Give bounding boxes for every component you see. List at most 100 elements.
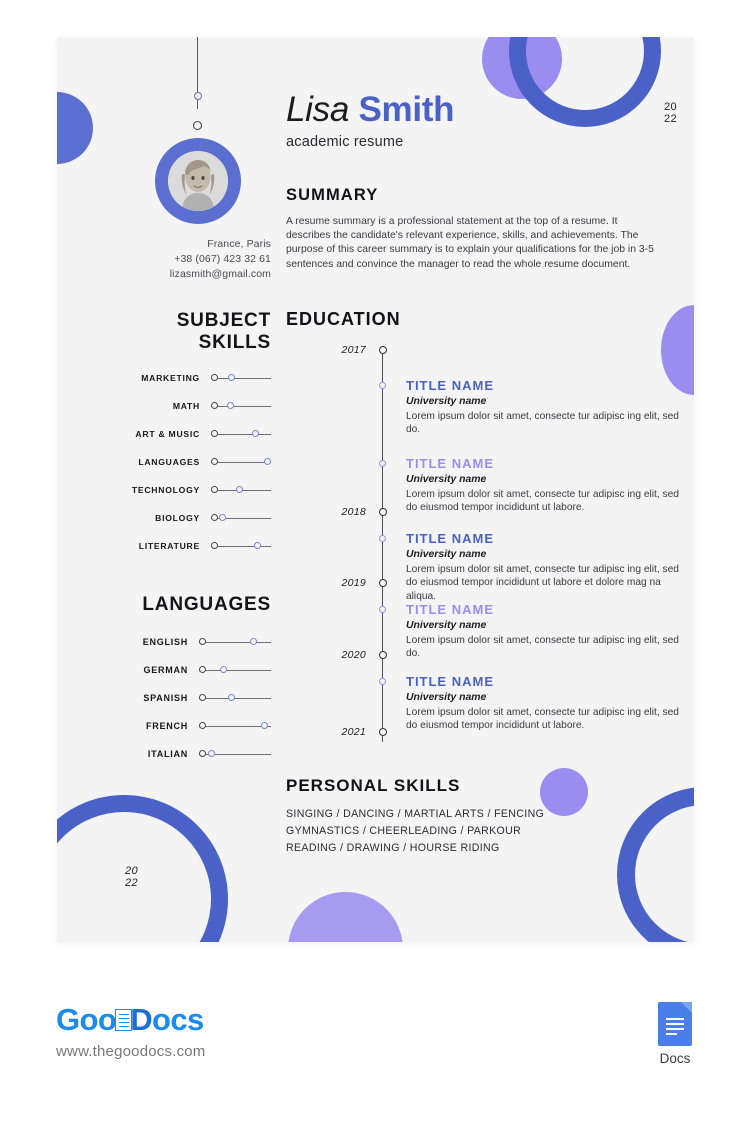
timeline-year: 2021	[341, 725, 366, 738]
subject-skills-heading-line1: SUBJECT	[176, 310, 271, 331]
goodocs-logo[interactable]: Goo D ocs	[56, 1002, 204, 1038]
slider-track	[211, 433, 271, 435]
language-slider[interactable]	[199, 664, 271, 676]
summary-text: A resume summary is a professional state…	[286, 216, 654, 270]
google-docs-icon	[658, 1002, 692, 1046]
subject-skill-slider[interactable]	[211, 428, 271, 440]
slider-value-knob[interactable]	[226, 402, 234, 409]
education-entry-university: University name	[406, 548, 487, 560]
timeline-entry-marker	[379, 381, 386, 389]
timeline-year-marker	[378, 578, 387, 587]
education-entry-university: University name	[406, 691, 487, 703]
slider-value-knob[interactable]	[260, 722, 268, 729]
left-sidebar: France, Paris +38 (067) 423 32 61 lizasm…	[83, 237, 271, 768]
subject-skill-label: ART & MUSIC	[135, 429, 200, 439]
subject-skill-row: ART & MUSIC	[83, 420, 271, 448]
subject-skill-slider[interactable]	[211, 456, 271, 468]
google-docs-badge[interactable]: Docs	[645, 1002, 705, 1066]
slider-value-knob[interactable]	[236, 486, 244, 493]
language-row: FRENCH	[83, 712, 271, 740]
timeline-year: 2019	[341, 576, 366, 589]
language-slider[interactable]	[199, 692, 271, 704]
personal-skills-heading: PERSONAL SKILLS	[286, 775, 461, 795]
education-entry-title: TITLE NAME	[406, 455, 494, 471]
subject-skill-row: MARKETING	[83, 364, 271, 392]
education-entry: TITLE NAME University name Lorem ipsum dol…	[406, 456, 688, 515]
subject-skill-label: MATH	[172, 401, 200, 411]
contact-phone: +38 (067) 423 32 61	[174, 253, 271, 265]
subject-skill-row: LITERATURE	[83, 532, 271, 560]
slider-value-knob[interactable]	[249, 638, 257, 645]
education-entry-university: University name	[406, 395, 487, 407]
brand-d: D	[130, 1002, 152, 1037]
year-stamp-bottom-line2: 22	[125, 877, 139, 889]
language-row: ITALIAN	[83, 740, 271, 768]
language-label: SPANISH	[143, 693, 188, 703]
timeline-year-marker	[378, 650, 387, 659]
candidate-first-name: Lisa	[286, 90, 350, 129]
slider-start-knob	[199, 666, 206, 673]
year-stamp-bottom: 20 22	[125, 865, 138, 889]
subject-skills-heading-line2: SKILLS	[198, 332, 271, 353]
slider-track	[199, 669, 271, 671]
decor-circle-bottom-purple-half	[288, 892, 403, 942]
contact-block: France, Paris +38 (067) 423 32 61 lizasm…	[83, 237, 271, 282]
brand-ocs: ocs	[151, 1002, 204, 1037]
education-entry-university: University name	[406, 619, 487, 631]
language-row: GERMAN	[83, 656, 271, 684]
education-entry-description: Lorem ipsum dolor sit amet, consecte tur…	[406, 706, 679, 732]
slider-start-knob	[211, 486, 218, 493]
subject-skill-slider[interactable]	[211, 400, 271, 412]
timeline-year: 2018	[341, 505, 366, 518]
education-entry-description: Lorem ipsum dolor sit amet, consecte tur…	[406, 634, 679, 660]
year-stamp-bottom-line1: 20	[125, 865, 139, 877]
education-entry: TITLE NAME University name Lorem ipsum dol…	[406, 674, 688, 733]
resume-subtitle: academic resume	[286, 134, 404, 150]
language-slider[interactable]	[199, 748, 271, 760]
subject-skill-label: LANGUAGES	[138, 457, 200, 467]
education-entry: TITLE NAME University name Lorem ipsum dol…	[406, 602, 688, 661]
language-row: SPANISH	[83, 684, 271, 712]
slider-start-knob	[199, 638, 206, 645]
education-entry-title: TITLE NAME	[406, 530, 494, 546]
subject-skill-label: BIOLOGY	[155, 513, 200, 523]
slider-start-knob	[211, 430, 218, 437]
personal-skills-list: SINGING / DANCING / MARTIAL ARTS / FENCI…	[286, 806, 686, 857]
slider-value-knob[interactable]	[264, 458, 271, 465]
timeline-year-marker	[378, 345, 387, 354]
avatar	[155, 138, 241, 224]
brand-goo: Goo	[56, 1002, 117, 1037]
site-url[interactable]: www.thegoodocs.com	[56, 1043, 206, 1060]
language-row: ENGLISH	[83, 628, 271, 656]
subject-skill-row: LANGUAGES	[83, 448, 271, 476]
subject-skill-slider[interactable]	[211, 372, 271, 384]
subject-skill-label: MARKETING	[141, 373, 200, 383]
slider-value-knob[interactable]	[219, 514, 227, 521]
main-column: Lisa Smith academic resume SUMMARY A res…	[286, 89, 686, 857]
languages-list: ENGLISH GERMAN SPANISH FRENCH ITALIAN	[83, 628, 271, 768]
slider-start-knob	[199, 694, 206, 701]
slider-value-knob[interactable]	[228, 374, 236, 381]
language-label: ITALIAN	[147, 749, 188, 759]
page-icon	[115, 1009, 133, 1031]
personal-skills-line: SINGING / DANCING / MARTIAL ARTS / FENCI…	[286, 807, 545, 820]
slider-start-knob	[211, 402, 218, 409]
personal-skills-line: READING / DRAWING / HOURSE RIDING	[286, 841, 500, 854]
slider-value-knob[interactable]	[228, 694, 236, 701]
contact-email: lizasmith@gmail.com	[169, 268, 271, 280]
footer: Goo D ocs www.thegoodocs.com Docs	[0, 985, 750, 1095]
avatar-hanger-dot-upper	[193, 92, 202, 100]
subject-skill-slider[interactable]	[211, 484, 271, 496]
subject-skill-slider[interactable]	[211, 540, 271, 552]
language-slider[interactable]	[199, 636, 271, 648]
slider-value-knob[interactable]	[254, 542, 262, 549]
subject-skill-slider[interactable]	[211, 512, 271, 524]
languages-heading: LANGUAGES	[142, 594, 271, 615]
slider-value-knob[interactable]	[220, 666, 228, 673]
subject-skill-row: MATH	[83, 392, 271, 420]
slider-value-knob[interactable]	[208, 750, 216, 757]
slider-track	[211, 545, 271, 547]
language-slider[interactable]	[199, 720, 271, 732]
subject-skill-label: LITERATURE	[138, 541, 200, 551]
slider-value-knob[interactable]	[252, 430, 260, 437]
